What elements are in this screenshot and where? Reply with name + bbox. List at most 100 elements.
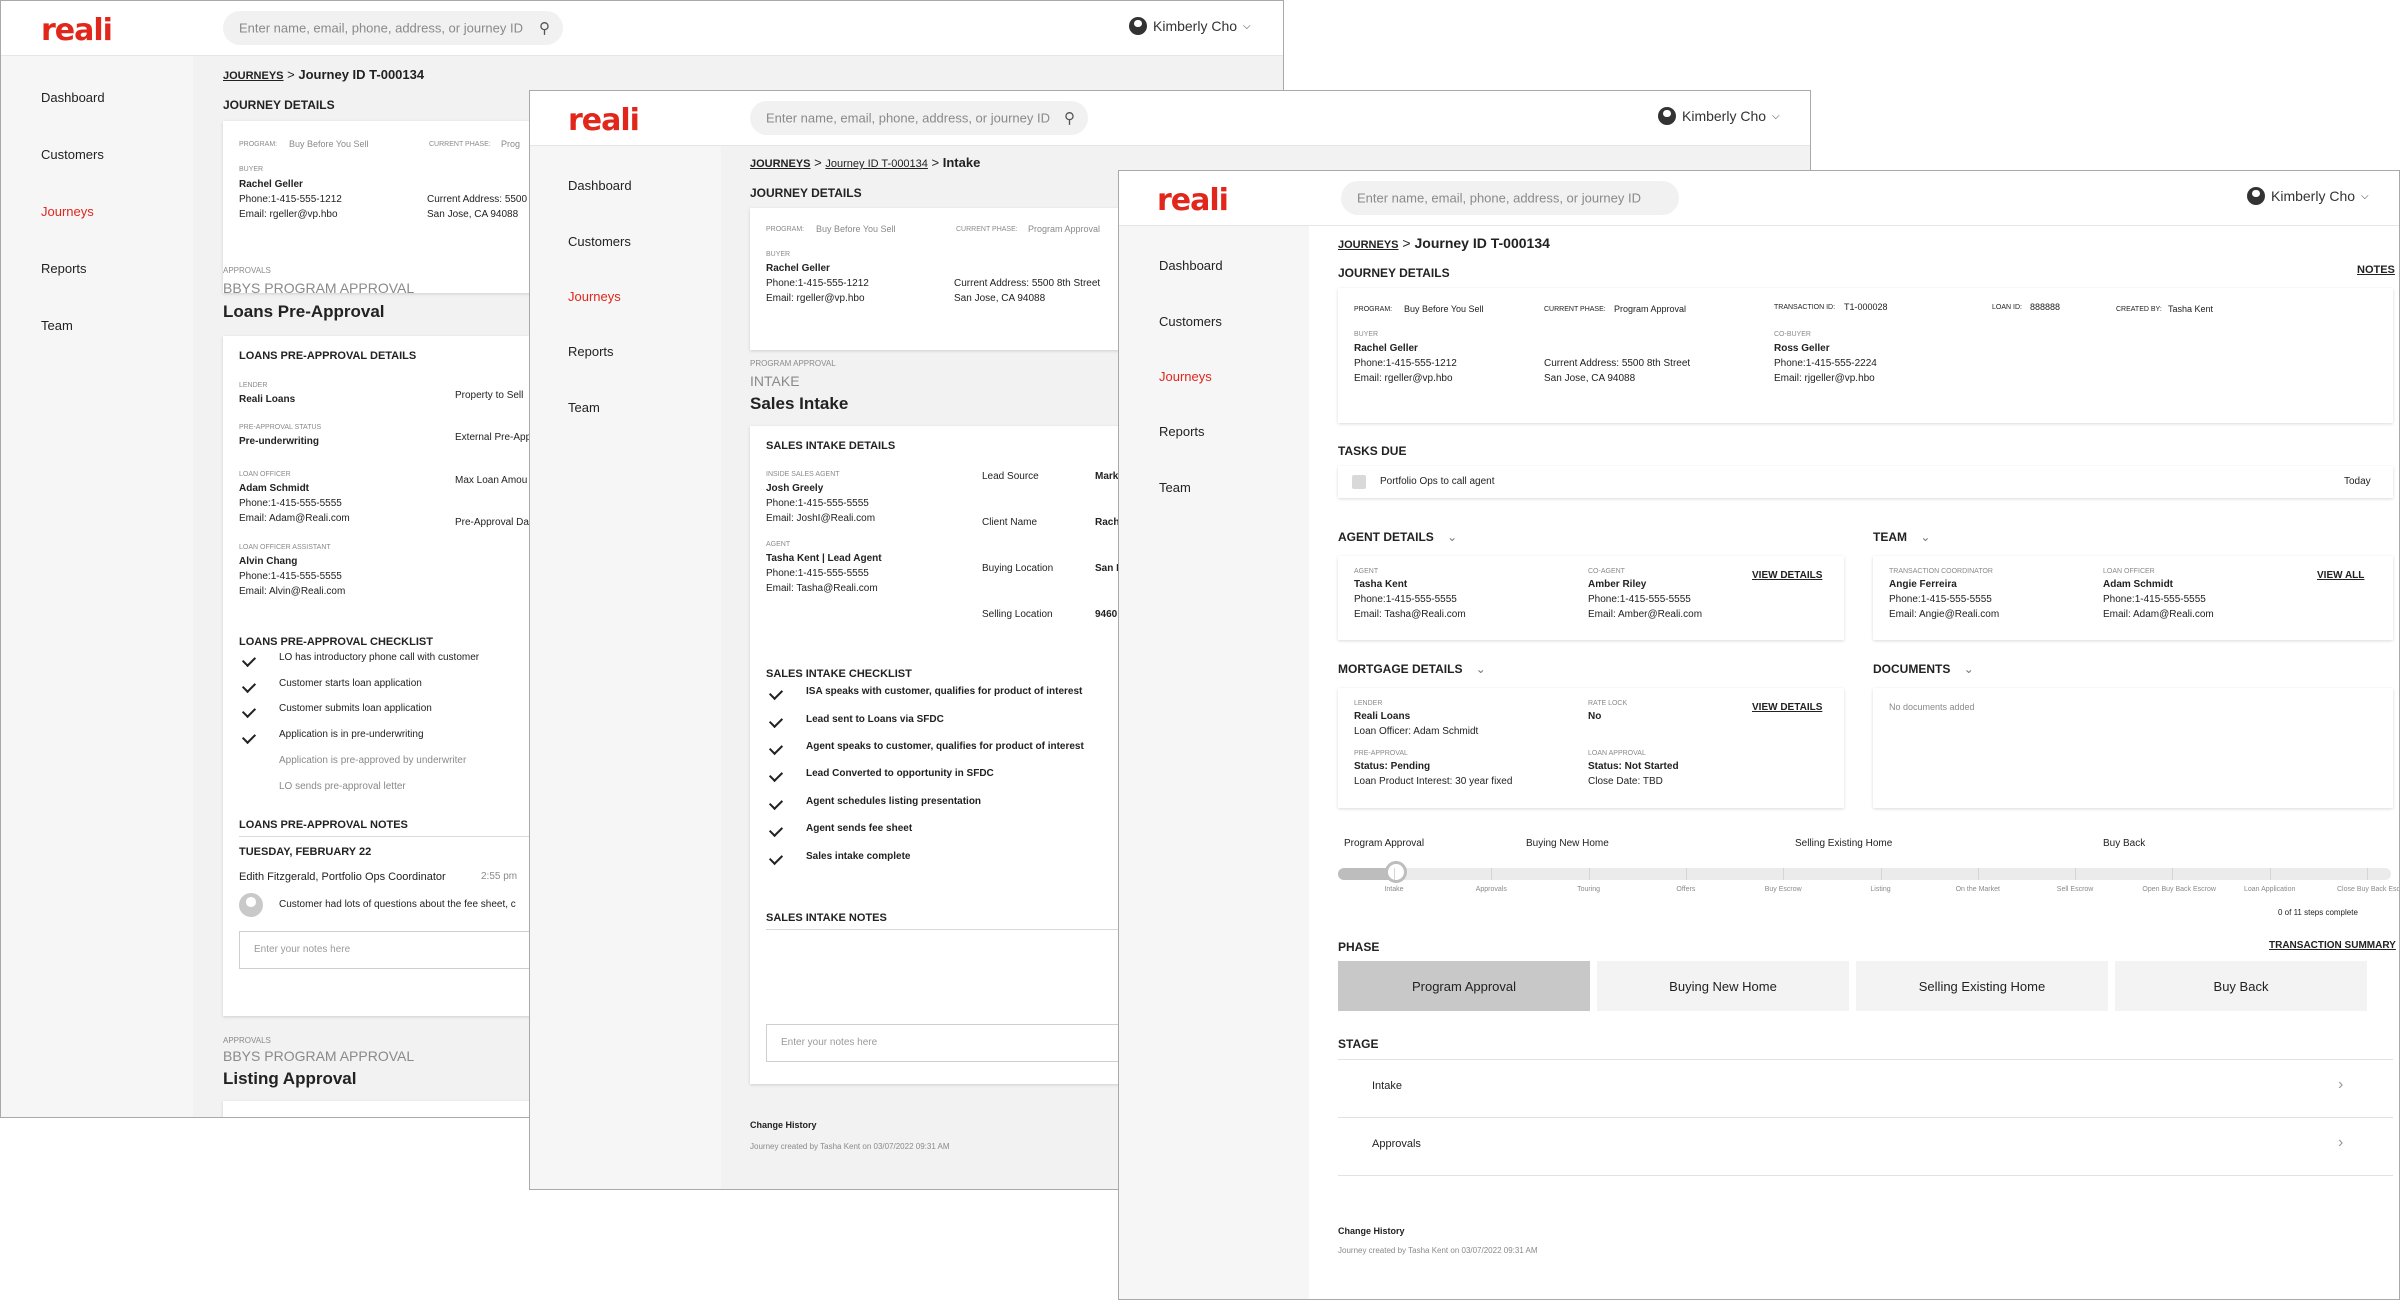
phase-tab-selling-existing-home[interactable]: Selling Existing Home <box>1856 961 2108 1011</box>
progress-group-label: Selling Existing Home <box>1795 838 1893 849</box>
team-view-all-link[interactable]: VIEW ALL <box>2317 570 2364 581</box>
check-icon <box>241 729 257 745</box>
agent-name: Tasha Kent <box>1354 579 1408 590</box>
documents-title[interactable]: DOCUMENTS ⌄ <box>1873 662 1974 676</box>
tc-name: Angie Ferreira <box>1889 579 1957 590</box>
breadcrumb-journeys-link[interactable]: JOURNEYS <box>1338 239 1399 251</box>
phase-tab-program-approval[interactable]: Program Approval <box>1338 961 1590 1011</box>
nav-journeys[interactable]: Journeys <box>41 204 94 219</box>
check-icon <box>241 678 257 694</box>
nav-team[interactable]: Team <box>41 318 73 333</box>
stage-row-approvals[interactable]: Approvals › <box>1338 1118 2393 1175</box>
nav-dashboard[interactable]: Dashboard <box>1159 258 1223 273</box>
search-placeholder: Enter name, email, phone, address, or jo… <box>766 110 1050 126</box>
progress-handle[interactable] <box>1385 861 1407 883</box>
reali-logo[interactable]: reali <box>1157 183 1229 218</box>
lender-label: LENDER <box>1354 700 1383 707</box>
phase-tab-buying-new-home[interactable]: Buying New Home <box>1597 961 1849 1011</box>
address-line1: Current Address: 5500 8th Street <box>954 278 1101 289</box>
agent-details-label: AGENT DETAILS <box>1338 530 1434 544</box>
nav-customers[interactable]: Customers <box>1159 314 1222 329</box>
nav-reports[interactable]: Reports <box>568 344 614 359</box>
nav-customers[interactable]: Customers <box>41 147 104 162</box>
breadcrumb-journeys-link[interactable]: JOURNEYS <box>223 70 284 82</box>
nav-dashboard[interactable]: Dashboard <box>568 178 632 193</box>
user-menu[interactable]: Kimberly Cho ⌵ <box>1658 107 1780 125</box>
team-card: TRANSACTION COORDINATOR Angie Ferreira P… <box>1873 556 2393 640</box>
task-row[interactable]: Portfolio Ops to call agent Today <box>1338 466 2393 498</box>
reali-logo[interactable]: reali <box>41 13 113 48</box>
task-checkbox[interactable] <box>1352 475 1366 489</box>
stage-row-intake[interactable]: Intake › <box>1338 1060 2393 1117</box>
progress-step-label: Sell Escrow <box>2056 886 2094 893</box>
task-due: Today <box>2344 476 2371 487</box>
search-icon[interactable]: ⚲ <box>1064 109 1075 127</box>
search-input[interactable]: Enter name, email, phone, address, or jo… <box>750 101 1088 135</box>
nav-journeys[interactable]: Journeys <box>1159 369 1212 384</box>
progress-group-label: Buying New Home <box>1526 838 1609 849</box>
stage-label: Approvals <box>1372 1138 1421 1150</box>
isa-label: INSIDE SALES AGENT <box>766 471 840 478</box>
team-title[interactable]: TEAM ⌄ <box>1873 530 1930 544</box>
chevron-right-icon[interactable]: › <box>2338 1076 2343 1094</box>
agent-view-details-link[interactable]: VIEW DETAILS <box>1752 570 1822 581</box>
progress-step-tick <box>1394 868 1395 880</box>
agent-email: Email: Tasha@Reali.com <box>1354 609 1466 620</box>
nav-customers[interactable]: Customers <box>568 234 631 249</box>
note-time: 2:55 pm <box>481 871 518 882</box>
progress-step-tick <box>1880 868 1882 880</box>
nav-reports[interactable]: Reports <box>41 261 87 276</box>
progress-step-tick <box>2269 868 2271 880</box>
chevron-down-icon[interactable]: ⌄ <box>1447 530 1457 544</box>
change-history-entry: Journey created by Tasha Kent on 03/07/2… <box>1338 1246 1538 1255</box>
user-menu[interactable]: Kimberly Cho ⌵ <box>1129 17 1251 35</box>
search-input[interactable]: Enter name, email, phone, address, or jo… <box>1341 181 1679 215</box>
mortgage-details-title[interactable]: MORTGAGE DETAILS ⌄ <box>1338 662 1486 676</box>
buyer-name: Rachel Geller <box>766 263 830 274</box>
program-label: PROGRAM: <box>239 141 278 148</box>
buyer-phone: Phone:1-415-555-1212 <box>1354 358 1457 369</box>
nav-reports[interactable]: Reports <box>1159 424 1205 439</box>
buyer-phone: Phone:1-415-555-1212 <box>239 194 342 205</box>
breadcrumb-journeys-link[interactable]: JOURNEYS <box>750 158 811 170</box>
progress-step-tick <box>1977 868 1979 880</box>
approvals-label-2: APPROVALS <box>223 1036 271 1045</box>
note-author: Edith Fitzgerald, Portfolio Ops Coordina… <box>239 871 446 883</box>
chevron-down-icon: ⌵ <box>1772 110 1780 122</box>
phase-tab-buy-back[interactable]: Buy Back <box>2115 961 2367 1011</box>
breadcrumb: JOURNEYS > Journey ID T-000134 <box>223 67 424 82</box>
checklist-item: LO sends pre-approval letter <box>279 781 406 792</box>
loans-details-title: LOANS PRE-APPROVAL DETAILS <box>239 350 417 362</box>
breadcrumb-journey-link[interactable]: Journey ID T-000134 <box>825 158 928 170</box>
mortgage-view-details-link[interactable]: VIEW DETAILS <box>1752 702 1822 713</box>
nav-dashboard[interactable]: Dashboard <box>41 90 105 105</box>
notes-placeholder: Enter your notes here <box>781 1037 878 1048</box>
checklist-title: LOANS PRE-APPROVAL CHECKLIST <box>239 636 433 648</box>
isa-name: Josh Greely <box>766 483 824 494</box>
loan-approval-label: LOAN APPROVAL <box>1588 750 1646 757</box>
documents-card: No documents added <box>1873 688 2393 808</box>
buyer-phone: Phone:1-415-555-1212 <box>766 278 869 289</box>
program-approval-label-2: BBYS PROGRAM APPROVAL <box>223 1048 415 1064</box>
chevron-down-icon[interactable]: ⌄ <box>1920 530 1930 544</box>
reali-logo[interactable]: reali <box>568 103 640 138</box>
avatar <box>2247 187 2265 205</box>
breadcrumb-stage: Intake <box>942 155 981 170</box>
breadcrumb-separator: > <box>814 155 822 170</box>
nav-journeys[interactable]: Journeys <box>568 289 621 304</box>
chevron-down-icon[interactable]: ⌄ <box>1964 662 1974 676</box>
chevron-right-icon[interactable]: › <box>2338 1134 2343 1152</box>
transaction-summary-link[interactable]: TRANSACTION SUMMARY <box>2269 940 2396 951</box>
notes-title: LOANS PRE-APPROVAL NOTES <box>239 819 408 831</box>
nav-team[interactable]: Team <box>1159 480 1191 495</box>
notes-link[interactable]: NOTES <box>2357 264 2395 276</box>
nav-team[interactable]: Team <box>568 400 600 415</box>
sales-intake-title: Sales Intake <box>750 394 849 413</box>
user-menu[interactable]: Kimberly Cho ⌵ <box>2247 187 2369 205</box>
search-icon[interactable]: ⚲ <box>539 19 550 37</box>
chevron-down-icon[interactable]: ⌄ <box>1476 662 1486 676</box>
agent-details-title[interactable]: AGENT DETAILS ⌄ <box>1338 530 1457 544</box>
search-input[interactable]: Enter name, email, phone, address, or jo… <box>223 11 563 45</box>
progress-step-tick <box>1588 868 1590 880</box>
isa-phone: Phone:1-415-555-5555 <box>766 498 869 509</box>
